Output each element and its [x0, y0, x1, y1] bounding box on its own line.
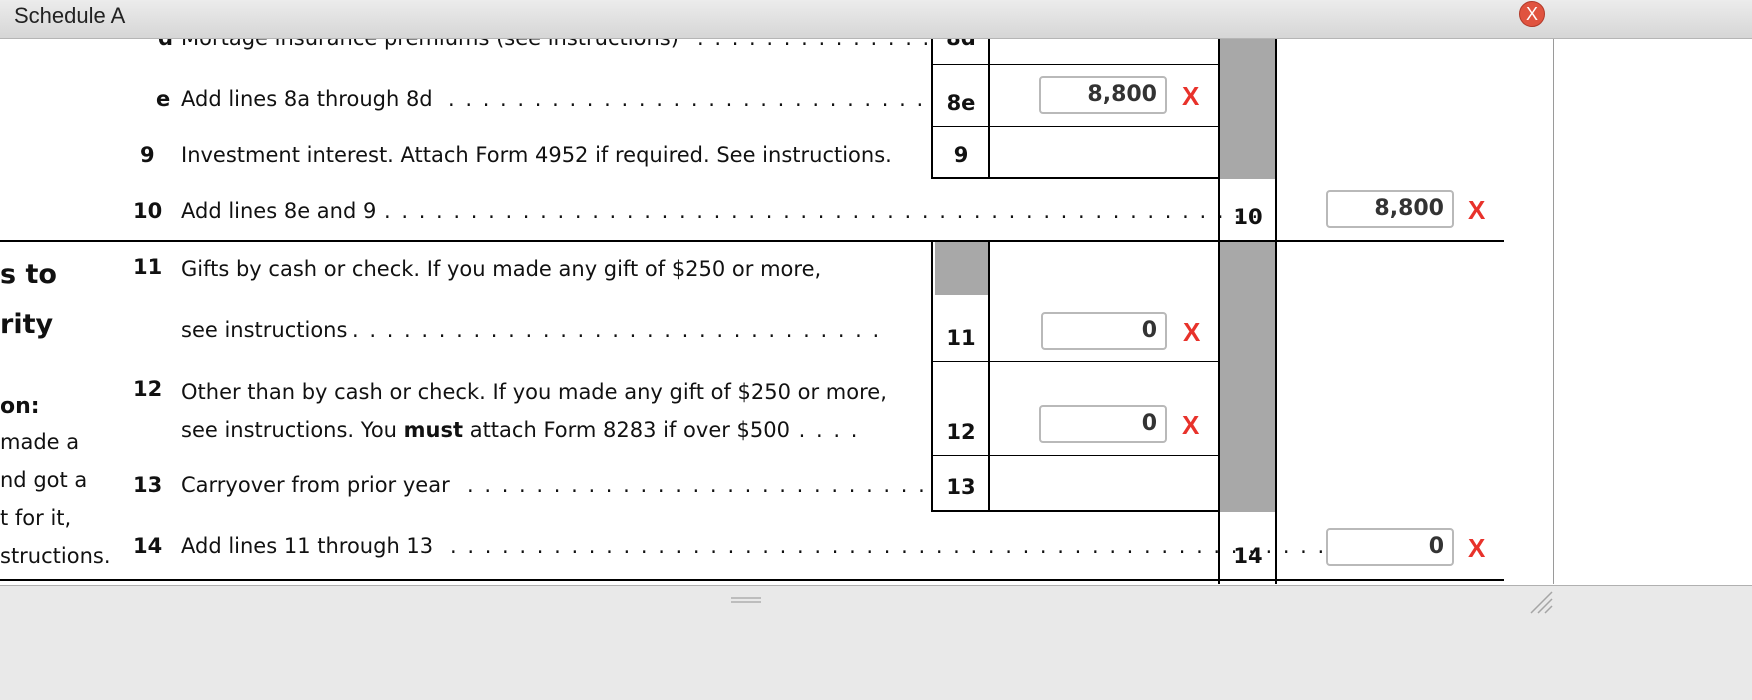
- resize-grip-icon[interactable]: [1525, 586, 1553, 614]
- line-10-leader: . . . . . . . . . . . . . . . . . . . . …: [384, 199, 1261, 223]
- section-divider: [0, 579, 1504, 581]
- caution-heading: on:: [0, 394, 40, 419]
- grid-line: [988, 240, 990, 512]
- line-12-text: Other than by cash or check. If you made…: [181, 380, 887, 404]
- line-10-label: 10: [1233, 205, 1263, 229]
- shaded-cell-column-a: [1220, 39, 1275, 179]
- grid-line: [931, 126, 1220, 127]
- grid-line: [931, 361, 1220, 362]
- line-9-text: Investment interest. Attach Form 4952 if…: [181, 143, 892, 167]
- window-title: Schedule A: [14, 3, 126, 28]
- caution-text-3: t for it,: [0, 506, 72, 530]
- line-12-text-2: see instructions. You must attach Form 8…: [181, 418, 859, 442]
- caution-text-2: nd got a: [0, 468, 88, 492]
- grid-line: [931, 455, 1220, 456]
- shaded-cell-line-11: [935, 242, 989, 295]
- line-13-label: 13: [946, 475, 976, 499]
- grid-line: [988, 39, 990, 179]
- line-11-text-2: see instructions: [181, 318, 348, 342]
- line-10-delete-icon[interactable]: X: [1468, 195, 1485, 226]
- line-12-label: 12: [946, 420, 976, 444]
- line-12-text-2-post: attach Form 8283 if over $500: [463, 418, 790, 442]
- section-heading-line-1: s to: [0, 259, 57, 290]
- line-8d-letter: d: [158, 39, 173, 50]
- line-12-number: 12: [133, 377, 163, 401]
- close-icon[interactable]: X: [1519, 1, 1545, 27]
- grid-line: [931, 240, 933, 512]
- line-10-number: 10: [133, 199, 163, 223]
- line-9-number: 9: [140, 143, 155, 167]
- schedule-a-window: Schedule A X d Mortage insurance premium…: [0, 0, 1752, 700]
- caution-text-1: made a: [0, 430, 80, 454]
- grid-line: [1275, 39, 1277, 584]
- line-8d-label: 8d: [933, 39, 989, 50]
- line-12-delete-icon[interactable]: X: [1182, 410, 1199, 441]
- line-13-text: Carryover from prior year: [181, 473, 450, 497]
- line-11-text: Gifts by cash or check. If you made any …: [181, 257, 822, 281]
- line-14-number: 14: [133, 534, 163, 558]
- line-14-label: 14: [1233, 544, 1263, 568]
- line-8e-leader: . . . . . . . . . . . . . . . . . . . . …: [448, 87, 926, 111]
- line-10-amount-field[interactable]: 8,800: [1326, 190, 1454, 228]
- line-12-amount-field[interactable]: 0: [1039, 405, 1167, 443]
- line-8e-delete-icon[interactable]: X: [1182, 81, 1199, 112]
- line-8e-letter: e: [156, 87, 171, 111]
- shaded-cell-column-b: [1220, 242, 1275, 512]
- line-11-delete-icon[interactable]: X: [1183, 317, 1200, 348]
- line-12-text-2-bold: must: [403, 418, 464, 442]
- title-bar[interactable]: Schedule A X: [0, 0, 1752, 39]
- line-14-amount-field[interactable]: 0: [1326, 528, 1454, 566]
- right-margin: [1553, 39, 1752, 584]
- line-11-leader: . . . . . . . . . . . . . . . . . . . . …: [352, 318, 882, 342]
- grid-line: [931, 39, 933, 179]
- line-9-label: 9: [953, 143, 969, 167]
- line-8e-amount-field[interactable]: 8,800: [1039, 76, 1167, 114]
- line-11-number: 11: [133, 255, 163, 279]
- line-14-delete-icon[interactable]: X: [1468, 533, 1485, 564]
- line-12-leader: . . . .: [790, 418, 860, 442]
- grid-line: [1218, 39, 1220, 584]
- grid-line: [931, 510, 1220, 512]
- line-11-amount-field[interactable]: 0: [1041, 312, 1167, 350]
- grid-line: [931, 177, 1220, 179]
- caution-text-4: structions.: [0, 544, 111, 568]
- line-8e-text: Add lines 8a through 8d: [181, 87, 433, 111]
- drag-handle-icon[interactable]: [731, 597, 761, 603]
- line-8e-label: 8e: [946, 91, 976, 115]
- line-13-leader: . . . . . . . . . . . . . . . . . . . . …: [467, 473, 927, 497]
- line-8d-leader: . . . . . . . . . . . . . .: [697, 39, 931, 50]
- line-14-text: Add lines 11 through 13: [181, 534, 434, 558]
- status-bar: [0, 585, 1752, 700]
- line-13-number: 13: [133, 473, 163, 497]
- section-heading-line-2: rity: [0, 309, 54, 340]
- grid-line: [931, 64, 1220, 65]
- line-10-text: Add lines 8e and 9: [181, 199, 377, 223]
- line-12-text-2-pre: see instructions. You: [181, 418, 404, 442]
- line-8d-text: Mortage insurance premiums (see instruct…: [181, 39, 679, 50]
- section-divider: [0, 240, 1504, 242]
- form-scroll-area[interactable]: d Mortage insurance premiums (see instru…: [0, 39, 1553, 584]
- line-11-label: 11: [946, 326, 976, 350]
